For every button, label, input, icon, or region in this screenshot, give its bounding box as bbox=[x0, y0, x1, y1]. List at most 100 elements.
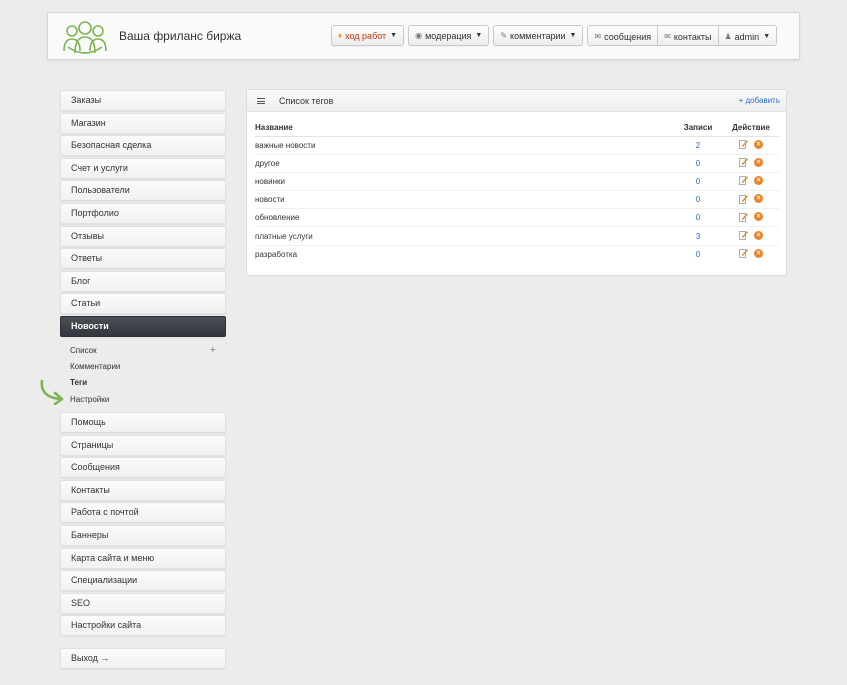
sidebar-item-safe-deal[interactable]: Безопасная сделка bbox=[60, 135, 226, 157]
sidebar-item-specializations[interactable]: Специализации bbox=[60, 570, 226, 592]
contacts-button[interactable]: ✉ контакты bbox=[658, 26, 719, 45]
tag-name: новости bbox=[255, 190, 673, 210]
shield-icon: ♦ bbox=[338, 31, 343, 40]
messages-button[interactable]: ✉ сообщения bbox=[588, 26, 659, 45]
envelope-icon: ✉ bbox=[664, 32, 671, 41]
caret-down-icon: ▼ bbox=[390, 32, 398, 39]
green-arrow-icon bbox=[40, 379, 64, 405]
submenu-item-list[interactable]: Список bbox=[70, 343, 226, 359]
edit-icon[interactable] bbox=[739, 175, 748, 186]
tag-count-link[interactable]: 0 bbox=[673, 154, 723, 173]
sidebar-item-reviews[interactable]: Отзывы bbox=[60, 225, 226, 247]
tags-panel: Список тегов + добавить Название Записи … bbox=[246, 89, 787, 276]
logo-icon[interactable] bbox=[62, 19, 108, 55]
sidebar: Заказы Магазин Безопасная сделка Счет и … bbox=[40, 90, 226, 671]
sidebar-item-contacts[interactable]: Контакты bbox=[60, 479, 226, 501]
sidebar-item-orders[interactable]: Заказы bbox=[60, 90, 226, 111]
sidebar-item-answers[interactable]: Ответы bbox=[60, 248, 226, 270]
panel-header: Список тегов + добавить bbox=[247, 90, 786, 112]
tag-name: обновление bbox=[255, 208, 673, 228]
sidebar-item-shop[interactable]: Магазин bbox=[60, 112, 226, 134]
sidebar-item-billing[interactable]: Счет и услуги bbox=[60, 157, 226, 179]
edit-icon[interactable] bbox=[739, 139, 748, 149]
top-header: Ваша фриланс биржа ♦ ход работ ▼ ◉ модер… bbox=[47, 12, 800, 60]
tag-actions: × bbox=[723, 190, 779, 210]
sidebar-item-site-settings[interactable]: Настройки сайта bbox=[60, 615, 226, 637]
comments-dropdown[interactable]: ✎ комментарии ▼ bbox=[493, 25, 584, 46]
tag-count-link[interactable]: 3 bbox=[673, 226, 723, 246]
nav-button-group: ✉ сообщения ✉ контакты ♟ admin ▼ bbox=[587, 25, 778, 46]
admin-label: admin bbox=[734, 31, 760, 42]
contacts-label: контакты bbox=[673, 31, 712, 42]
pencil-icon: ✎ bbox=[500, 31, 508, 40]
tag-actions: × bbox=[723, 245, 779, 263]
logout-button[interactable]: Выход → bbox=[60, 648, 226, 670]
edit-icon[interactable] bbox=[739, 212, 748, 222]
plus-icon[interactable]: + bbox=[210, 343, 216, 357]
sidebar-item-banners[interactable]: Баннеры bbox=[60, 525, 226, 547]
delete-icon[interactable]: × bbox=[754, 157, 763, 167]
edit-icon[interactable] bbox=[739, 248, 748, 259]
menu-icon bbox=[257, 98, 265, 104]
delete-icon[interactable]: × bbox=[754, 212, 763, 222]
tag-count-link[interactable]: 0 bbox=[673, 208, 723, 228]
tag-count-link[interactable]: 0 bbox=[673, 190, 723, 210]
news-submenu: Список + Комментарии Теги Настройки bbox=[40, 339, 226, 413]
delete-icon[interactable]: × bbox=[754, 194, 763, 204]
submenu-item-tags[interactable]: Теги bbox=[70, 375, 226, 391]
sidebar-item-pages[interactable]: Страницы bbox=[60, 434, 226, 456]
add-tag-link[interactable]: + добавить bbox=[739, 96, 780, 105]
sidebar-item-blog[interactable]: Блог bbox=[60, 270, 226, 292]
caret-down-icon: ▼ bbox=[475, 32, 483, 39]
sidebar-item-sitemap[interactable]: Карта сайта и меню bbox=[60, 547, 226, 569]
tags-table: Название Записи Действие важные новости 2… bbox=[255, 120, 779, 263]
delete-icon[interactable]: × bbox=[754, 175, 763, 185]
sidebar-item-help[interactable]: Помощь bbox=[60, 412, 226, 434]
sidebar-item-portfolio[interactable]: Портфолио bbox=[60, 202, 226, 224]
table-row: платные услуги 3 × bbox=[255, 226, 779, 246]
column-count-header: Записи bbox=[673, 120, 723, 137]
sidebar-item-users[interactable]: Пользователи bbox=[60, 180, 226, 202]
top-navigation: ♦ ход работ ▼ ◉ модерация ▼ ✎ комментари… bbox=[331, 25, 778, 46]
eye-icon: ◉ bbox=[415, 31, 423, 40]
sidebar-item-articles[interactable]: Статьи bbox=[60, 293, 226, 315]
tag-name: важные новости bbox=[255, 136, 673, 155]
delete-icon[interactable]: × bbox=[754, 230, 763, 240]
tag-name: платные услуги bbox=[255, 226, 673, 246]
site-title[interactable]: Ваша фриланс биржа bbox=[119, 29, 241, 43]
work-progress-dropdown[interactable]: ♦ ход работ ▼ bbox=[331, 25, 405, 46]
tag-count-link[interactable]: 0 bbox=[673, 172, 723, 192]
sidebar-item-seo[interactable]: SEO bbox=[60, 592, 226, 614]
sidebar-item-messages[interactable]: Сообщения bbox=[60, 457, 226, 479]
table-row: обновление 0 × bbox=[255, 208, 779, 228]
sidebar-item-news[interactable]: Новости bbox=[60, 315, 226, 337]
submenu-item-settings[interactable]: Настройки bbox=[70, 392, 226, 408]
caret-down-icon: ▼ bbox=[763, 33, 771, 40]
tag-name: новинки bbox=[255, 172, 673, 192]
tag-actions: × bbox=[723, 226, 779, 246]
work-progress-label: ход работ bbox=[345, 30, 387, 41]
edit-icon[interactable] bbox=[739, 194, 748, 204]
delete-icon[interactable]: × bbox=[754, 248, 763, 258]
table-row: новости 0 × bbox=[255, 190, 779, 210]
moderation-dropdown[interactable]: ◉ модерация ▼ bbox=[408, 25, 490, 46]
table-header-row: Название Записи Действие bbox=[255, 120, 779, 137]
tag-name: другое bbox=[255, 154, 673, 173]
messages-label: сообщения bbox=[604, 31, 652, 42]
moderation-label: модерация bbox=[425, 30, 472, 41]
edit-icon[interactable] bbox=[739, 230, 748, 240]
delete-icon[interactable]: × bbox=[754, 139, 763, 149]
tag-actions: × bbox=[723, 208, 779, 228]
table-row: разработка 0 × bbox=[255, 245, 779, 263]
admin-dropdown[interactable]: ♟ admin ▼ bbox=[718, 26, 777, 45]
user-icon: ♟ bbox=[724, 32, 732, 41]
tag-count-link[interactable]: 2 bbox=[673, 136, 723, 155]
submenu-item-comments[interactable]: Комментарии bbox=[70, 359, 226, 375]
tag-actions: × bbox=[723, 136, 779, 155]
tag-actions: × bbox=[723, 172, 779, 192]
edit-icon[interactable] bbox=[739, 157, 748, 168]
panel-title: Список тегов bbox=[279, 96, 334, 106]
table-row: важные новости 2 × bbox=[255, 136, 779, 155]
sidebar-item-mail[interactable]: Работа с почтой bbox=[60, 502, 226, 524]
tag-count-link[interactable]: 0 bbox=[673, 245, 723, 263]
